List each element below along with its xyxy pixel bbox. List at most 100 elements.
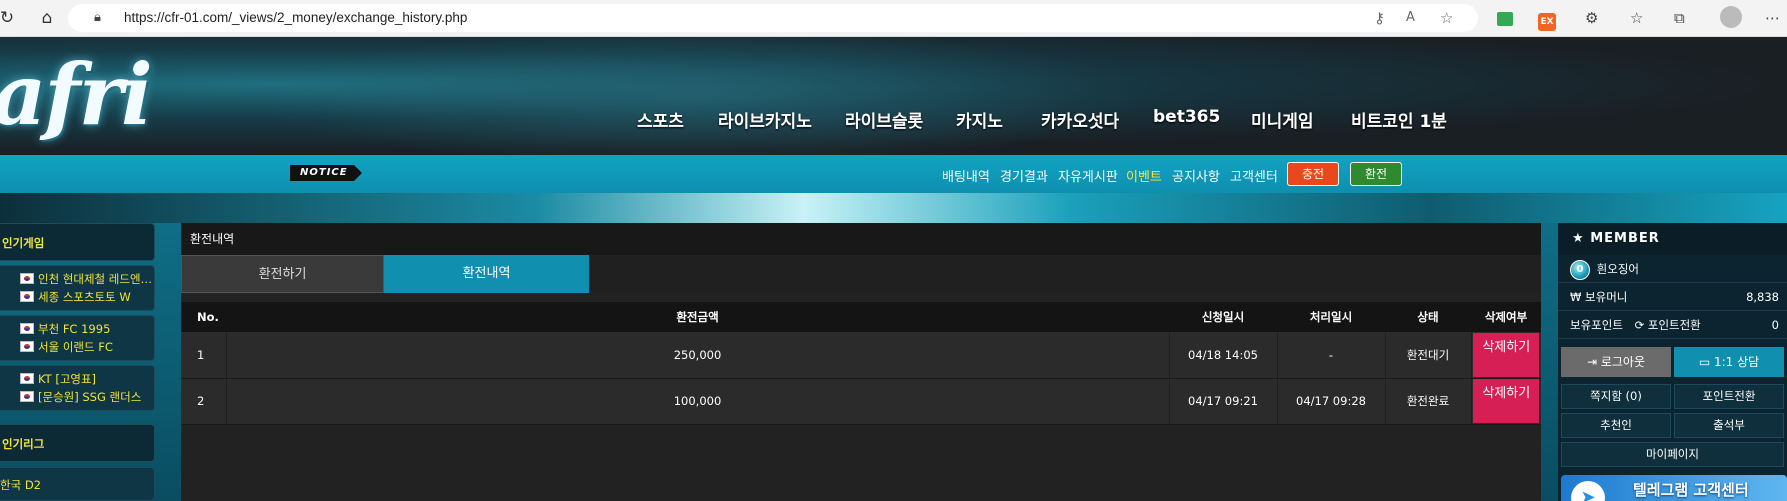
- home-icon[interactable]: ⌂: [34, 6, 60, 30]
- profile-avatar[interactable]: [1720, 6, 1742, 33]
- link-game-results[interactable]: 경기결과: [1000, 166, 1048, 185]
- league-item[interactable]: 한국 D2: [0, 467, 155, 501]
- game-card[interactable]: 인천 현대제철 레드엔… 세종 스포츠토토 W: [0, 265, 155, 311]
- cell-amount: 100,000: [225, 378, 1169, 425]
- tab-exchange-request[interactable]: 환전하기: [181, 255, 384, 293]
- site-logo[interactable]: afri: [0, 45, 153, 144]
- mypage-link[interactable]: 마이페이지: [1561, 442, 1784, 467]
- member-user-row: 0 흰오징어: [1558, 255, 1787, 283]
- point-row: 보유포인트 ⟳ 포인트전환 0: [1558, 311, 1787, 339]
- header-background-art: [250, 37, 1150, 155]
- game-away-team: 서울 이랜드 FC: [20, 339, 113, 355]
- nav-bet365[interactable]: bet365: [1153, 107, 1220, 133]
- extensions-icon[interactable]: ⚙: [1585, 8, 1598, 28]
- link-event[interactable]: 이벤트: [1126, 166, 1162, 185]
- link-notice[interactable]: 공지사항: [1172, 166, 1220, 185]
- table-header-row: No. 환전금액 신청일시 처리일시 상태 삭제여부: [181, 302, 1541, 332]
- nav-live-casino[interactable]: 라이브카지노: [718, 107, 812, 133]
- nav-live-slot[interactable]: 라이브슬롯: [845, 107, 923, 133]
- more-menu-icon[interactable]: ⋯: [1765, 8, 1780, 28]
- username: 흰오징어: [1596, 262, 1639, 276]
- point-convert-link[interactable]: ⟳ 포인트전환: [1635, 318, 1701, 332]
- game-away-team: 세종 스포츠토토 W: [20, 289, 131, 305]
- reload-icon[interactable]: ↻: [0, 6, 20, 30]
- game-card[interactable]: 부천 FC 1995 서울 이랜드 FC: [0, 315, 155, 361]
- cell-processed: 04/17 09:28: [1276, 378, 1385, 425]
- point-label: 보유포인트: [1570, 318, 1623, 332]
- exchange-history-panel: 환전내역 환전하기 환전내역 No. 환전금액 신청일시 처리일시 상태 삭제여…: [181, 223, 1541, 501]
- message-box-link[interactable]: 쪽지함 (0): [1561, 384, 1671, 409]
- referral-link[interactable]: 추천인: [1561, 413, 1671, 438]
- cell-no: 2: [181, 378, 226, 425]
- logout-button[interactable]: ⇥ 로그아웃: [1561, 347, 1671, 377]
- extension-orange-icon[interactable]: EX: [1538, 9, 1556, 31]
- exchange-history-table: No. 환전금액 신청일시 처리일시 상태 삭제여부 1 250,000 04/…: [181, 302, 1541, 425]
- column-header-requested: 신청일시: [1169, 302, 1277, 332]
- game-card[interactable]: KT [고영표] [문승원] SSG 랜더스: [0, 365, 155, 411]
- game-home-team: 부천 FC 1995: [20, 321, 110, 337]
- withdraw-button[interactable]: 환전: [1350, 162, 1402, 186]
- sub-navigation-bar: NOTICE 배팅내역 경기결과 자유게시판 이벤트 공지사항 고객센터 충전 …: [0, 155, 1787, 193]
- collections-icon[interactable]: ⧉: [1674, 8, 1685, 28]
- telegram-banner[interactable]: ➤ 텔레그램 고객센터: [1561, 475, 1787, 501]
- link-customer-center[interactable]: 고객센터: [1230, 166, 1278, 185]
- delete-button[interactable]: 삭제하기: [1473, 332, 1540, 377]
- table-row: 1 250,000 04/18 14:05 - 환전대기 삭제하기: [181, 332, 1541, 379]
- game-away-team: [문승원] SSG 랜더스: [20, 389, 141, 405]
- nav-casino[interactable]: 카지노: [956, 107, 1003, 133]
- column-header-processed: 처리일시: [1277, 302, 1385, 332]
- favorites-icon[interactable]: ☆: [1630, 8, 1643, 28]
- cell-status: 환전완료: [1384, 378, 1471, 425]
- cell-amount: 250,000: [225, 332, 1169, 379]
- extension-green-icon[interactable]: [1497, 11, 1513, 31]
- delete-button[interactable]: 삭제하기: [1473, 379, 1540, 423]
- team-flag-icon: [20, 341, 34, 352]
- team-flag-icon: [20, 273, 34, 284]
- money-label: 보유머니: [1585, 290, 1628, 304]
- cell-requested: 04/17 09:21: [1168, 378, 1277, 425]
- star-icon: ★: [1572, 231, 1591, 246]
- level-badge: 0: [1570, 259, 1590, 280]
- read-aloud-icon[interactable]: A: [1406, 10, 1415, 25]
- refresh-icon: ⟳: [1634, 318, 1648, 332]
- telegram-icon: ➤: [1571, 481, 1605, 501]
- member-sidebar: ★ MEMBER 0 흰오징어 ₩ 보유머니 8,838 보유포인트 ⟳ 포인트…: [1558, 223, 1787, 501]
- column-header-no: No.: [181, 302, 226, 332]
- deposit-button[interactable]: 충전: [1287, 162, 1339, 186]
- site-header: afri 스포츠 라이브카지노 라이브슬롯 카지노 카카오섯다 bet365 미…: [0, 37, 1787, 155]
- logout-icon: ⇥: [1586, 355, 1601, 369]
- key-icon[interactable]: ⚷: [1374, 9, 1385, 27]
- url-text[interactable]: https://cfr-01.com/_views/2_money/exchan…: [124, 10, 467, 25]
- team-logo-icon: [20, 373, 34, 384]
- column-header-status: 상태: [1385, 302, 1471, 332]
- tab-bar: 환전하기 환전내역: [181, 255, 1541, 293]
- game-home-team: KT [고영표]: [20, 371, 96, 387]
- cell-status: 환전대기: [1384, 332, 1471, 379]
- cell-requested: 04/18 14:05: [1168, 332, 1277, 379]
- nav-sports[interactable]: 스포츠: [637, 107, 684, 133]
- telegram-label: 텔레그램 고객센터: [1633, 481, 1749, 499]
- link-bet-history[interactable]: 배팅내역: [942, 166, 990, 185]
- notice-tag: NOTICE: [290, 165, 362, 181]
- consult-button[interactable]: ▭ 1:1 상담: [1674, 347, 1784, 377]
- team-flag-icon: [20, 291, 34, 302]
- address-bar[interactable]: 🔒︎ https://cfr-01.com/_views/2_money/exc…: [68, 4, 1478, 32]
- won-icon: ₩: [1570, 290, 1586, 304]
- money-row: ₩ 보유머니 8,838: [1558, 283, 1787, 311]
- popular-leagues-title: 인기리그: [0, 424, 155, 462]
- browser-toolbar: ↻ ⌂ 🔒︎ https://cfr-01.com/_views/2_money…: [0, 0, 1787, 37]
- league-name: 한국 D2: [0, 478, 41, 492]
- table-row: 2 100,000 04/17 09:21 04/17 09:28 환전완료 삭…: [181, 378, 1541, 425]
- team-logo-icon: [20, 391, 34, 402]
- point-value: 0: [1771, 318, 1779, 332]
- nav-bitcoin-1min[interactable]: 비트코인 1분: [1351, 107, 1447, 133]
- point-convert-link[interactable]: 포인트전환: [1674, 384, 1784, 409]
- attendance-link[interactable]: 출석부: [1674, 413, 1784, 438]
- nav-kakao-seotda[interactable]: 카카오섯다: [1041, 107, 1119, 133]
- nav-minigame[interactable]: 미니게임: [1251, 107, 1314, 133]
- link-free-board[interactable]: 자유게시판: [1058, 166, 1118, 185]
- lock-icon[interactable]: 🔒︎: [94, 10, 101, 25]
- member-header: ★ MEMBER: [1558, 223, 1787, 255]
- favorite-add-icon[interactable]: ☆: [1440, 9, 1453, 27]
- tab-exchange-history[interactable]: 환전내역: [384, 255, 589, 293]
